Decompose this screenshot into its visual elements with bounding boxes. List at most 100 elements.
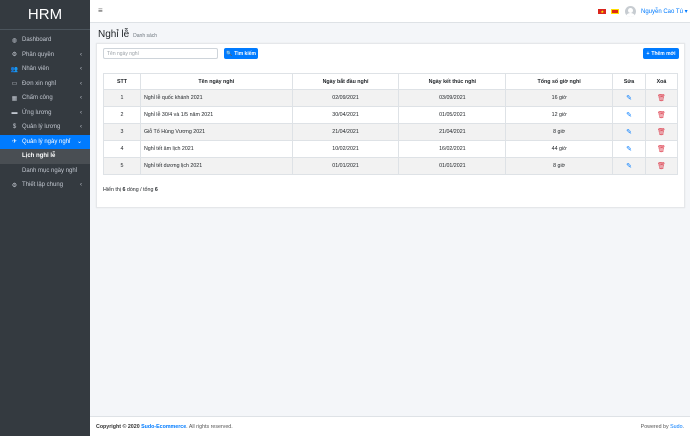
trash-icon[interactable]: 🗑 xyxy=(657,146,666,153)
cell-edit: ✎ xyxy=(612,89,646,107)
sidebar-item-employees[interactable]: 👥 Nhân viên ‹ xyxy=(0,62,90,77)
column-header-hours: Tổng số giờ nghỉ xyxy=(505,73,614,90)
gears-icon: ⚙ xyxy=(11,182,18,189)
edit-icon[interactable]: ✎ xyxy=(626,112,632,119)
cell-delete: 🗑 xyxy=(644,123,679,141)
cell-end: 21/04/2021 xyxy=(398,123,507,141)
cell-end: 16/02/2021 xyxy=(398,140,507,158)
document-icon: ▭ xyxy=(11,81,18,88)
summary-shown-count: 6 xyxy=(122,187,126,193)
cell-stt: 1 xyxy=(103,89,141,107)
trash-icon[interactable]: 🗑 xyxy=(657,129,666,136)
cell-end: 01/01/2021 xyxy=(398,157,507,175)
powered-suffix: . xyxy=(682,424,684,430)
edit-icon[interactable]: ✎ xyxy=(626,163,632,170)
copyright: Copyright © 2020 Sudo-Ecommerce. All rig… xyxy=(96,424,233,430)
cell-edit: ✎ xyxy=(612,140,646,158)
cell-name: Giỗ Tổ Hùng Vương 2021 xyxy=(139,123,293,141)
page-header: Nghỉ lễ Danh sách xyxy=(98,29,157,40)
chevron-left-icon: ‹ xyxy=(80,182,82,189)
search-button-label: Tìm kiếm xyxy=(234,50,256,57)
copyright-rights: . All rights reserved. xyxy=(186,424,233,430)
sidebar-subitem-holiday-categories[interactable]: Danh mục ngày nghỉ xyxy=(0,164,90,179)
column-header-stt: STT xyxy=(103,73,141,90)
table-row: 1 Nghỉ lễ quốc khánh 2021 02/09/2021 03/… xyxy=(103,89,679,107)
powered-by-link[interactable]: Sudo xyxy=(670,424,682,430)
gear-icon: ⚙ xyxy=(11,52,18,59)
trash-icon[interactable]: 🗑 xyxy=(657,95,666,102)
column-header-start: Ngày bắt đầu nghỉ xyxy=(291,73,400,90)
table-row: 5 Nghỉ tết dương lịch 2021 01/01/2021 01… xyxy=(103,157,679,175)
cell-name: Nghỉ lễ 30/4 và 1/5 năm 2021 xyxy=(139,106,293,124)
chevron-left-icon: ‹ xyxy=(80,80,82,87)
sidebar-item-label: Quản lý ngày nghỉ xyxy=(22,138,71,145)
sidebar-item-label: Dashboard xyxy=(22,37,52,44)
menu-toggle-icon[interactable]: ≡ xyxy=(98,6,103,15)
cell-end: 01/05/2021 xyxy=(398,106,507,124)
add-button-label: Thêm mới xyxy=(651,50,676,57)
money-icon: ▬ xyxy=(11,109,18,116)
edit-icon[interactable]: ✎ xyxy=(626,146,632,153)
holiday-list-card: 🔍 Tìm kiếm + Thêm mới STT Tên ngày nghỉ … xyxy=(96,43,685,208)
cell-start: 30/04/2021 xyxy=(291,106,400,124)
sidebar: HRM ◍ Dashboard ⚙ Phân quyền ‹ 👥 Nhân vi… xyxy=(0,0,90,436)
cell-stt: 5 xyxy=(103,157,141,175)
add-new-button[interactable]: + Thêm mới xyxy=(643,48,679,59)
sidebar-item-salary[interactable]: $ Quản lý lương ‹ xyxy=(0,120,90,135)
sidebar-item-holidays[interactable]: ✈ Quản lý ngày nghỉ ⌄ xyxy=(0,134,90,149)
edit-icon[interactable]: ✎ xyxy=(626,129,632,136)
table-summary: Hiển thị 6 dòng / tổng 6 xyxy=(103,187,158,193)
sidebar-item-label: Nhân viên xyxy=(22,66,50,73)
sidebar-item-label: Quản lý lương xyxy=(22,124,61,131)
user-avatar[interactable] xyxy=(625,6,636,17)
sidebar-item-dashboard[interactable]: ◍ Dashboard xyxy=(0,33,90,48)
cell-delete: 🗑 xyxy=(644,157,679,175)
holiday-table: STT Tên ngày nghỉ Ngày bắt đầu nghỉ Ngày… xyxy=(103,73,679,175)
language-flag-icon[interactable] xyxy=(611,9,619,14)
chevron-left-icon: ‹ xyxy=(80,109,82,116)
cell-hours: 8 giờ xyxy=(505,157,614,175)
sidebar-nav: ◍ Dashboard ⚙ Phân quyền ‹ 👥 Nhân viên ‹… xyxy=(0,30,90,193)
column-header-name: Tên ngày nghỉ xyxy=(139,73,293,90)
plane-icon: ✈ xyxy=(11,139,18,146)
sidebar-item-salary-advance[interactable]: ▬ Ứng lương ‹ xyxy=(0,106,90,121)
cell-hours: 12 giờ xyxy=(505,106,614,124)
copyright-brand-link[interactable]: Sudo-Ecommerce xyxy=(141,424,186,430)
cell-start: 10/02/2021 xyxy=(291,140,400,158)
sidebar-item-settings[interactable]: ⚙ Thiết lập chung ‹ xyxy=(0,178,90,193)
trash-icon[interactable]: 🗑 xyxy=(657,112,666,119)
cell-edit: ✎ xyxy=(612,123,646,141)
search-button[interactable]: 🔍 Tìm kiếm xyxy=(224,48,258,59)
sidebar-item-permissions[interactable]: ⚙ Phân quyền ‹ xyxy=(0,48,90,63)
column-header-edit: Sửa xyxy=(612,73,646,90)
trash-icon[interactable]: 🗑 xyxy=(657,163,666,170)
sidebar-item-attendance[interactable]: ▦ Chấm công ‹ xyxy=(0,91,90,106)
cell-start: 21/04/2021 xyxy=(291,123,400,141)
cell-name: Nghỉ lễ quốc khánh 2021 xyxy=(139,89,293,107)
chevron-left-icon: ‹ xyxy=(80,124,82,131)
user-menu[interactable]: Nguyễn Cao Tú ▾ xyxy=(641,8,688,15)
powered-by: Powered by Sudo. xyxy=(641,424,684,430)
user-name: Nguyễn Cao Tú xyxy=(641,9,683,15)
cell-delete: 🗑 xyxy=(644,106,679,124)
column-header-delete: Xoá xyxy=(644,73,679,90)
edit-icon[interactable]: ✎ xyxy=(626,95,632,102)
cell-name: Nghỉ tết dương lịch 2021 xyxy=(139,157,293,175)
cell-hours: 16 giờ xyxy=(505,89,614,107)
cell-start: 02/09/2021 xyxy=(291,89,400,107)
search-input[interactable] xyxy=(103,48,218,59)
table-row: 2 Nghỉ lễ 30/4 và 1/5 năm 2021 30/04/202… xyxy=(103,106,679,124)
powered-prefix: Powered by xyxy=(640,424,669,430)
chevron-left-icon: ‹ xyxy=(80,51,82,58)
top-navbar: ≡ ★ Nguyễn Cao Tú ▾ xyxy=(90,0,690,23)
table-row: 4 Nghỉ tết âm lịch 2021 10/02/2021 16/02… xyxy=(103,140,679,158)
cell-stt: 4 xyxy=(103,140,141,158)
vietnam-flag-icon[interactable]: ★ xyxy=(598,9,606,14)
sidebar-item-leave-requests[interactable]: ▭ Đơn xin nghỉ ‹ xyxy=(0,77,90,92)
table-row: 3 Giỗ Tổ Hùng Vương 2021 21/04/2021 21/0… xyxy=(103,123,679,141)
sidebar-subitem-holiday-calendar[interactable]: Lịch nghỉ lễ xyxy=(0,149,90,164)
cell-name: Nghỉ tết âm lịch 2021 xyxy=(139,140,293,158)
app-logo[interactable]: HRM xyxy=(0,0,90,30)
cell-end: 03/09/2021 xyxy=(398,89,507,107)
summary-total-count: 6 xyxy=(154,187,158,193)
